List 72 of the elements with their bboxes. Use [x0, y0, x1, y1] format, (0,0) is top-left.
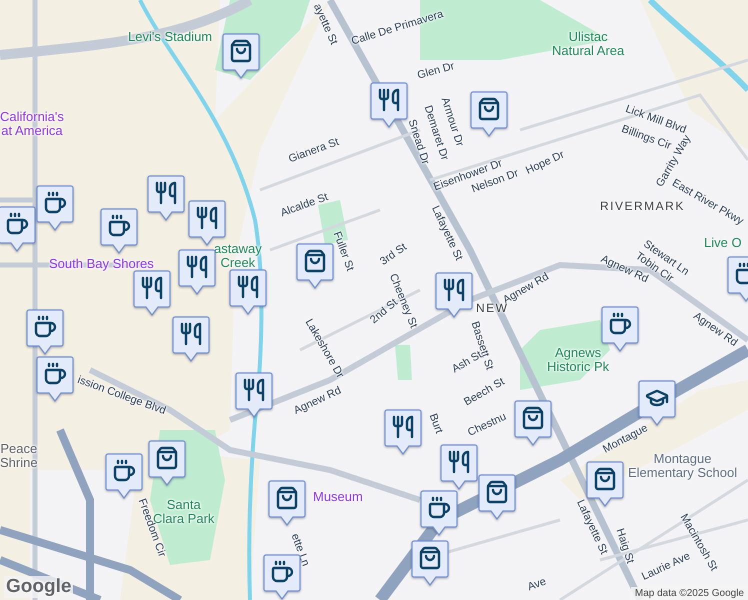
- district-label: NEW: [476, 302, 508, 316]
- park-label: Ulistac Natural Area: [552, 30, 624, 59]
- restaurant-marker[interactable]: [440, 444, 478, 490]
- shop-marker[interactable]: [478, 474, 516, 520]
- coffee-cup-icon: [270, 560, 294, 584]
- street-label: 3rd St: [378, 241, 409, 268]
- street-label: ission College Blvd: [76, 374, 168, 418]
- fork-knife-icon: [179, 322, 203, 346]
- restaurant-marker[interactable]: [235, 372, 273, 418]
- coffee-cup-icon: [107, 214, 131, 238]
- shop-marker[interactable]: [296, 243, 334, 289]
- restaurant-marker[interactable]: [435, 272, 473, 318]
- school-label: Montague Elementary School: [628, 452, 738, 481]
- street-label: Gianera St: [287, 136, 341, 166]
- place-label: Museum: [313, 490, 363, 504]
- park-label: Agnews Historic Pk: [547, 346, 610, 375]
- coffee-cup-icon: [43, 362, 67, 386]
- street-label: ayette St: [310, 2, 340, 47]
- fork-knife-icon: [391, 415, 415, 439]
- district-label: RIVERMARK: [600, 200, 685, 214]
- shop-marker[interactable]: [470, 91, 508, 137]
- park-label: Live O: [704, 236, 742, 250]
- shopping-bag-icon: [521, 406, 545, 430]
- shopping-bag-icon: [303, 249, 327, 273]
- google-logo: Google: [4, 576, 74, 598]
- place-label: South Bay Shores: [49, 257, 154, 272]
- street-label: Fuller St: [330, 230, 356, 273]
- fork-knife-icon: [242, 378, 266, 402]
- coffee-cup-icon: [112, 459, 136, 483]
- restaurant-marker[interactable]: [229, 269, 267, 315]
- shop-marker[interactable]: [268, 480, 306, 526]
- shopping-bag-icon: [593, 467, 617, 491]
- shop-marker[interactable]: [514, 400, 552, 446]
- place-label: Peace Shrine: [0, 442, 38, 471]
- street-label: Ave: [526, 576, 548, 594]
- street-label: Hope Dr: [524, 148, 566, 177]
- coffee-cup-icon: [427, 496, 451, 520]
- cafe-marker[interactable]: [420, 490, 458, 536]
- fork-knife-icon: [447, 450, 471, 474]
- street-label: Burt: [426, 412, 445, 436]
- cafe-marker[interactable]: [601, 306, 639, 352]
- shopping-bag-icon: [155, 446, 179, 470]
- cafe-marker[interactable]: [263, 554, 301, 600]
- coffee-cup-icon: [33, 315, 57, 339]
- fork-knife-icon: [195, 206, 219, 230]
- shop-marker[interactable]: [222, 33, 260, 79]
- fork-knife-icon: [442, 278, 466, 302]
- street-label: Alcalde St: [279, 191, 330, 220]
- coffee-cup-icon: [608, 312, 632, 336]
- cafe-marker[interactable]: [0, 206, 36, 252]
- shopping-bag-icon: [229, 39, 253, 63]
- restaurant-marker[interactable]: [370, 82, 408, 128]
- shopping-bag-icon: [477, 97, 501, 121]
- fork-knife-icon: [236, 275, 260, 299]
- restaurant-marker[interactable]: [384, 409, 422, 455]
- fork-knife-icon: [185, 255, 209, 279]
- fork-knife-icon: [140, 276, 164, 300]
- fork-knife-icon: [154, 181, 178, 205]
- school-marker[interactable]: [638, 380, 676, 426]
- shopping-bag-icon: [418, 546, 442, 570]
- park-label: astaway Creek: [214, 242, 262, 271]
- shop-marker[interactable]: [411, 540, 449, 586]
- place-label: California's at America: [0, 110, 64, 139]
- coffee-cup-icon: [5, 212, 29, 236]
- shopping-bag-icon: [275, 486, 299, 510]
- place-label: Levi's Stadium: [128, 30, 212, 44]
- cafe-marker[interactable]: [105, 453, 143, 499]
- street-label: Glen Dr: [416, 60, 456, 82]
- fork-knife-icon: [377, 88, 401, 112]
- shopping-bag-icon: [485, 480, 509, 504]
- coffee-cup-icon: [43, 191, 67, 215]
- street-label: Haig St: [614, 527, 636, 566]
